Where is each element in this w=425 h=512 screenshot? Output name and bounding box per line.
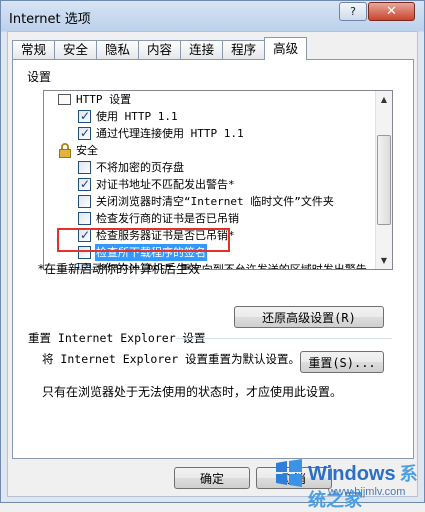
tab-programs[interactable]: 程序 bbox=[222, 40, 266, 60]
checkbox[interactable] bbox=[78, 176, 91, 193]
window-title: Internet 选项 bbox=[9, 12, 91, 27]
reset-button[interactable]: 重置(S)... bbox=[300, 351, 384, 373]
lock-icon bbox=[58, 143, 72, 158]
tab-connections[interactable]: 连接 bbox=[180, 40, 224, 60]
checkbox[interactable] bbox=[78, 161, 91, 174]
help-icon: ? bbox=[350, 5, 356, 18]
reset-warning: 只有在浏览器处于无法使用的状态时，才应使用此设置。 bbox=[42, 385, 343, 399]
restore-advanced-settings-button[interactable]: 还原高级设置(R) bbox=[234, 306, 384, 328]
close-button[interactable]: ✕ bbox=[368, 2, 415, 21]
checkbox[interactable] bbox=[78, 125, 91, 142]
scroll-down-icon[interactable]: ▼ bbox=[376, 252, 392, 269]
ok-button[interactable]: 确定 bbox=[174, 467, 250, 489]
tab-general[interactable]: 常规 bbox=[12, 40, 56, 60]
tab-privacy[interactable]: 隐私 bbox=[96, 40, 140, 60]
close-icon: ✕ bbox=[386, 4, 397, 19]
highlight-annotation bbox=[57, 228, 230, 252]
vertical-scrollbar[interactable]: ▲ ▼ bbox=[375, 91, 392, 269]
reset-group-divider bbox=[176, 338, 392, 339]
title-bar[interactable]: Internet 选项 ? ✕ bbox=[1, 1, 424, 31]
settings-group-label: 设置 bbox=[25, 68, 54, 85]
windows-logo-icon bbox=[276, 459, 302, 487]
watermark-url: www.bjjmlv.com bbox=[328, 486, 406, 498]
tab-security[interactable]: 安全 bbox=[54, 40, 98, 60]
scroll-up-icon[interactable]: ▲ bbox=[376, 91, 392, 108]
folder-icon bbox=[58, 94, 71, 105]
restart-note: *在重新启动你的计算机后生效 bbox=[38, 262, 201, 276]
tab-content[interactable]: 内容 bbox=[138, 40, 182, 60]
reset-description: 将 Internet Explorer 设置重置为默认设置。 bbox=[42, 352, 301, 366]
scroll-thumb[interactable] bbox=[377, 135, 391, 225]
help-button[interactable]: ? bbox=[339, 2, 367, 21]
checkbox[interactable] bbox=[78, 108, 91, 125]
checkbox[interactable] bbox=[78, 195, 91, 208]
checkbox[interactable] bbox=[78, 212, 91, 225]
site-watermark: Windows 系统之家 www.bjjmlv.com bbox=[268, 454, 425, 510]
tab-advanced[interactable]: 高级 bbox=[264, 37, 308, 60]
tab-strip: 常规 安全 隐私 内容 连接 程序 高级 bbox=[12, 37, 308, 60]
